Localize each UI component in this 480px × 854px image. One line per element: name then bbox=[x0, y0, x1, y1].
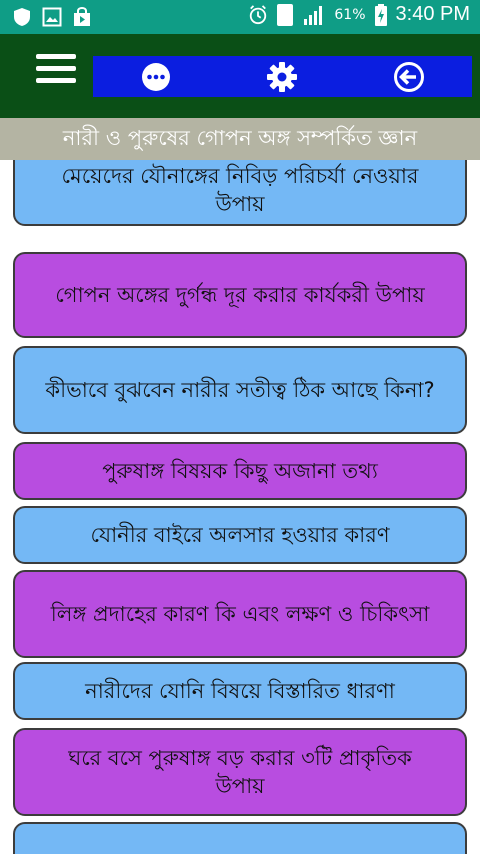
list-item[interactable]: কীভাবে বুঝবেন নারীর সতীত্ব ঠিক আছে কিনা? bbox=[13, 346, 467, 434]
list-item[interactable]: ঘরে বসে পুরুষাঙ্গ বড় করার ৩টি প্রাকৃতিক… bbox=[13, 728, 467, 816]
article-list: মেয়েদের যৌনাঙ্গের নিবিড় পরিচর্যা নেওয়… bbox=[0, 160, 480, 854]
list-item[interactable]: লিঙ্গ প্রদাহের কারণ কি এবং লক্ষণ ও চিকিৎ… bbox=[13, 570, 467, 658]
shield-icon bbox=[12, 6, 32, 28]
list-item-label: ঘরে বসে পুরুষাঙ্গ বড় করার ৩টি প্রাকৃতিক… bbox=[68, 746, 412, 798]
list-item-label: কীভাবে বুঝবেন নারীর সতীত্ব ঠিক আছে কিনা? bbox=[45, 378, 435, 402]
list-item-label: পুরুষাঙ্গ বিষয়ক কিছু অজানা তথ্য bbox=[102, 459, 378, 483]
list-item-label: গোপন অঙ্গের দুর্গন্ধ দূর করার কার্যকরী উ… bbox=[55, 283, 425, 307]
signal-icon bbox=[302, 4, 326, 26]
back-icon[interactable] bbox=[392, 60, 426, 94]
app-bar bbox=[0, 34, 480, 118]
list-item[interactable]: যোনীর বাইরে অলসার হওয়ার কারণ bbox=[13, 506, 467, 564]
list-item[interactable]: গোপন অঙ্গের দুর্গন্ধ দূর করার কার্যকরী উ… bbox=[13, 252, 467, 338]
status-indicators: 61% 3:40 PM bbox=[248, 3, 470, 26]
alarm-icon bbox=[248, 4, 268, 26]
list-item-label: লিঙ্গ প্রদাহের কারণ কি এবং লক্ষণ ও চিকিৎ… bbox=[50, 602, 430, 626]
status-bar: 61% 3:40 PM bbox=[0, 0, 480, 34]
menu-icon[interactable] bbox=[36, 54, 76, 94]
gear-icon[interactable] bbox=[265, 60, 299, 94]
store-bag-icon bbox=[72, 6, 92, 28]
list-item[interactable]: নারীদের যোনি বিষয়ে বিস্তারিত ধারণা bbox=[13, 662, 467, 720]
list-item[interactable]: পুরুষাঙ্গ বিষয়ক কিছু অজানা তথ্য bbox=[13, 442, 467, 500]
clock-time: 3:40 PM bbox=[395, 3, 470, 25]
list-item-label: নারীদের যোনি বিষয়ে বিস্তারিত ধারণা bbox=[85, 679, 395, 703]
list-item[interactable] bbox=[13, 822, 467, 854]
list-item-label: মেয়েদের যৌনাঙ্গের নিবিড় পরিচর্যা নেওয়… bbox=[61, 164, 419, 216]
battery-percent: 61% bbox=[334, 6, 366, 23]
action-toolbar bbox=[93, 56, 472, 97]
list-item[interactable]: মেয়েদের যৌনাঙ্গের নিবিড় পরিচর্যা নেওয়… bbox=[13, 160, 467, 226]
sim-badge-icon bbox=[276, 3, 294, 26]
more-icon[interactable] bbox=[139, 60, 173, 94]
status-notifications bbox=[12, 6, 92, 28]
page-subtitle: নারী ও পুরুষের গোপন অঙ্গ সম্পর্কিত জ্ঞান bbox=[0, 118, 480, 160]
battery-charging-icon bbox=[374, 3, 388, 26]
image-icon bbox=[42, 6, 62, 28]
list-item-label: যোনীর বাইরে অলসার হওয়ার কারণ bbox=[90, 523, 390, 547]
